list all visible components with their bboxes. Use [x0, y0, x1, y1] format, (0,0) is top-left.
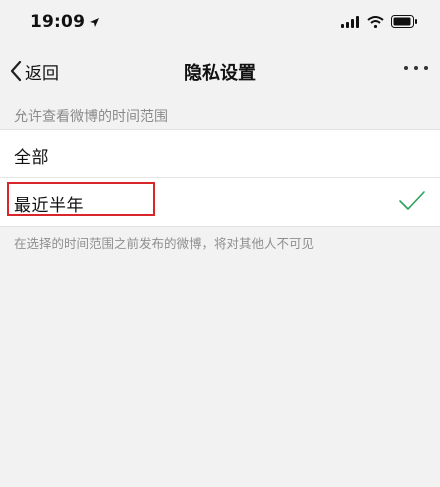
battery-icon — [391, 15, 418, 28]
page-title: 隐私设置 — [184, 63, 256, 84]
signal-icon — [341, 15, 360, 28]
option-label: 全部 — [14, 148, 49, 168]
location-arrow-icon — [89, 17, 100, 28]
nav-bar: 返回 隐私设置 — [0, 46, 440, 96]
status-bar: 19:09 — [0, 0, 440, 46]
wifi-icon — [367, 15, 384, 28]
status-time: 19:09 — [30, 12, 100, 32]
checkmark-icon — [398, 190, 426, 212]
footer-note: 在选择的时间范围之前发布的微博，将对其他人不可见 — [14, 236, 315, 251]
more-dots-icon[interactable] — [404, 66, 428, 70]
section-header: 允许查看微博的时间范围 — [14, 109, 168, 125]
option-list: 全部 最近半年 — [0, 129, 440, 227]
option-label: 最近半年 — [14, 196, 84, 216]
status-icons — [341, 15, 418, 28]
divider — [0, 177, 440, 178]
option-all[interactable]: 全部 — [0, 130, 440, 178]
status-time-text: 19:09 — [30, 12, 86, 32]
option-recent-half-year[interactable]: 最近半年 — [0, 177, 440, 226]
